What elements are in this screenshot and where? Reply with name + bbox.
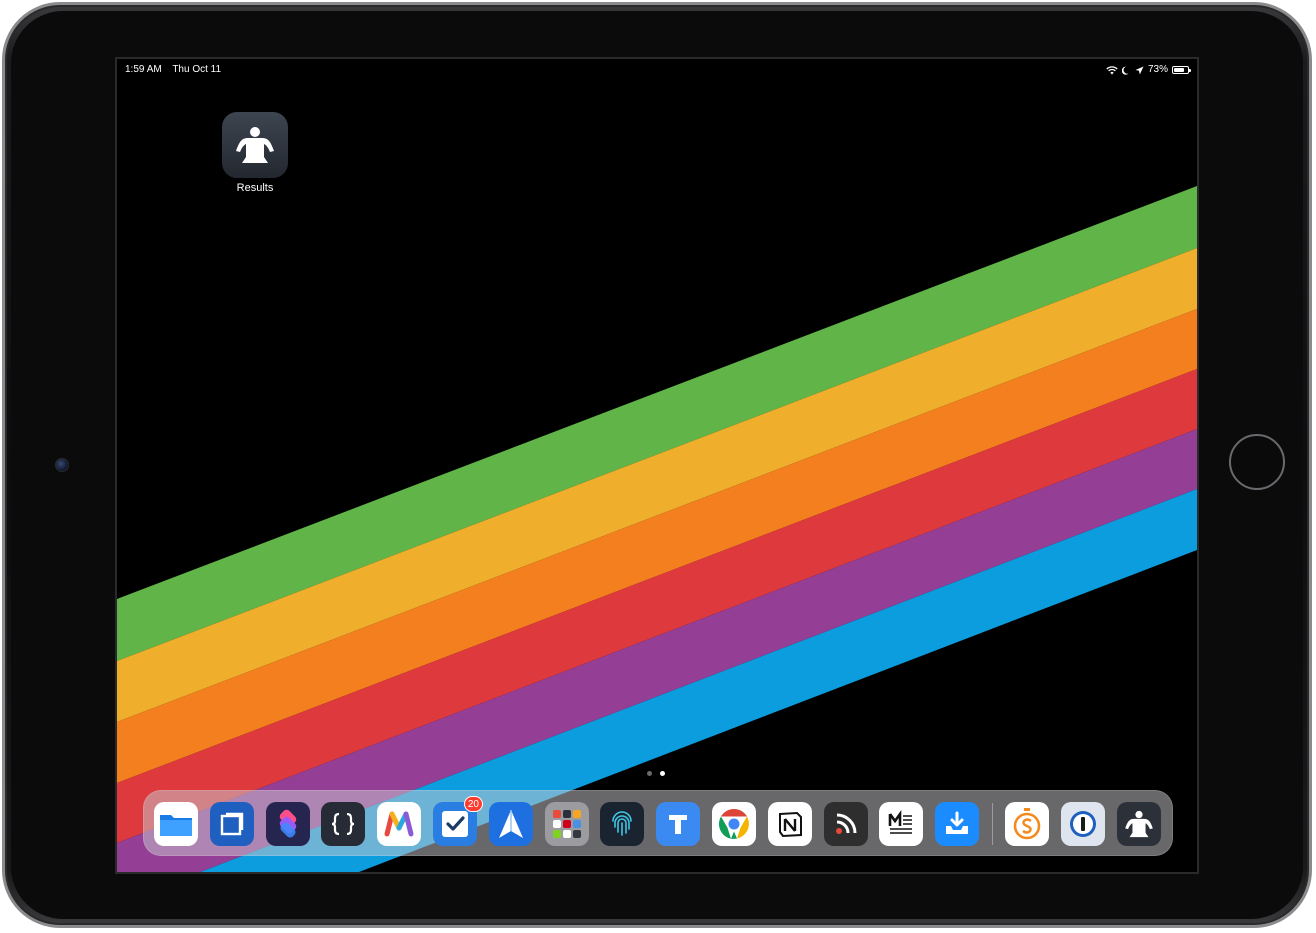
dock-app-shortcuts[interactable] (265, 801, 310, 846)
status-bar: 1:59 AM Thu Oct 11 73% (117, 59, 1197, 81)
password-keyhole-icon (1069, 810, 1096, 837)
dock-app-password-manager[interactable] (1060, 801, 1105, 846)
notion-icon (778, 811, 802, 837)
moon-icon (1121, 66, 1129, 75)
screen: 1:59 AM Thu Oct 11 73% Results 20 (115, 57, 1199, 874)
dock-app-files[interactable] (154, 801, 198, 846)
wifi-icon (1106, 65, 1118, 74)
page-dot-2[interactable] (660, 771, 665, 776)
dock-separator (991, 802, 993, 845)
download-tray-icon (946, 811, 969, 834)
fingerprint-icon (612, 810, 633, 836)
checkbox-icon (441, 810, 468, 837)
dock-app-results[interactable] (1116, 801, 1161, 846)
dock: 20 (143, 790, 1173, 856)
dock-app-chrome[interactable] (711, 801, 756, 846)
chrome-icon (718, 808, 749, 839)
status-time: 1:59 AM (125, 64, 162, 75)
dock-app-folder[interactable] (544, 801, 589, 846)
dock-app-tasks-wrapper: 20 (432, 795, 483, 846)
dock-app-letter-t[interactable] (656, 801, 701, 846)
battery-level (1174, 68, 1184, 72)
notification-badge: 20 (463, 795, 483, 812)
location-arrow-icon (1135, 66, 1144, 74)
dock-app-colorful-m[interactable] (377, 801, 422, 846)
dock-app-stopwatch[interactable] (1004, 801, 1049, 846)
braces-icon (332, 812, 355, 835)
rss-feed-icon (835, 813, 857, 834)
files-icon (160, 814, 192, 836)
dock-app-fingerprint[interactable] (600, 801, 645, 846)
dock-app-frame[interactable] (209, 801, 254, 846)
home-button[interactable] (1229, 434, 1285, 490)
home-app-results[interactable]: Results (220, 112, 290, 194)
person-silhouette-icon (222, 112, 288, 178)
stopwatch-s-icon (1013, 807, 1041, 839)
page-dot-1[interactable] (647, 771, 652, 776)
paper-plane-icon (498, 809, 523, 838)
battery-percent: 73% (1147, 64, 1168, 75)
app-folder-grid-icon (552, 809, 581, 838)
dock-app-paper-plane[interactable] (488, 801, 533, 846)
dock-app-rss[interactable] (823, 801, 868, 846)
dock-app-braces[interactable] (321, 801, 366, 846)
front-camera (55, 458, 69, 472)
dock-app-notion[interactable] (767, 801, 812, 846)
battery-icon (1172, 66, 1191, 74)
document-m-icon (889, 809, 913, 834)
colorful-m-icon (384, 811, 414, 836)
page-indicator[interactable] (647, 771, 665, 776)
shortcuts-icon (279, 809, 296, 838)
person-silhouette-icon (1124, 810, 1153, 837)
status-date: Thu Oct 11 (172, 64, 222, 75)
dock-app-downloader[interactable] (935, 801, 980, 846)
square-frame-icon (220, 812, 243, 835)
dock-app-document-m[interactable] (879, 801, 924, 846)
app-label: Results (236, 182, 274, 194)
letter-t-icon (669, 814, 688, 834)
